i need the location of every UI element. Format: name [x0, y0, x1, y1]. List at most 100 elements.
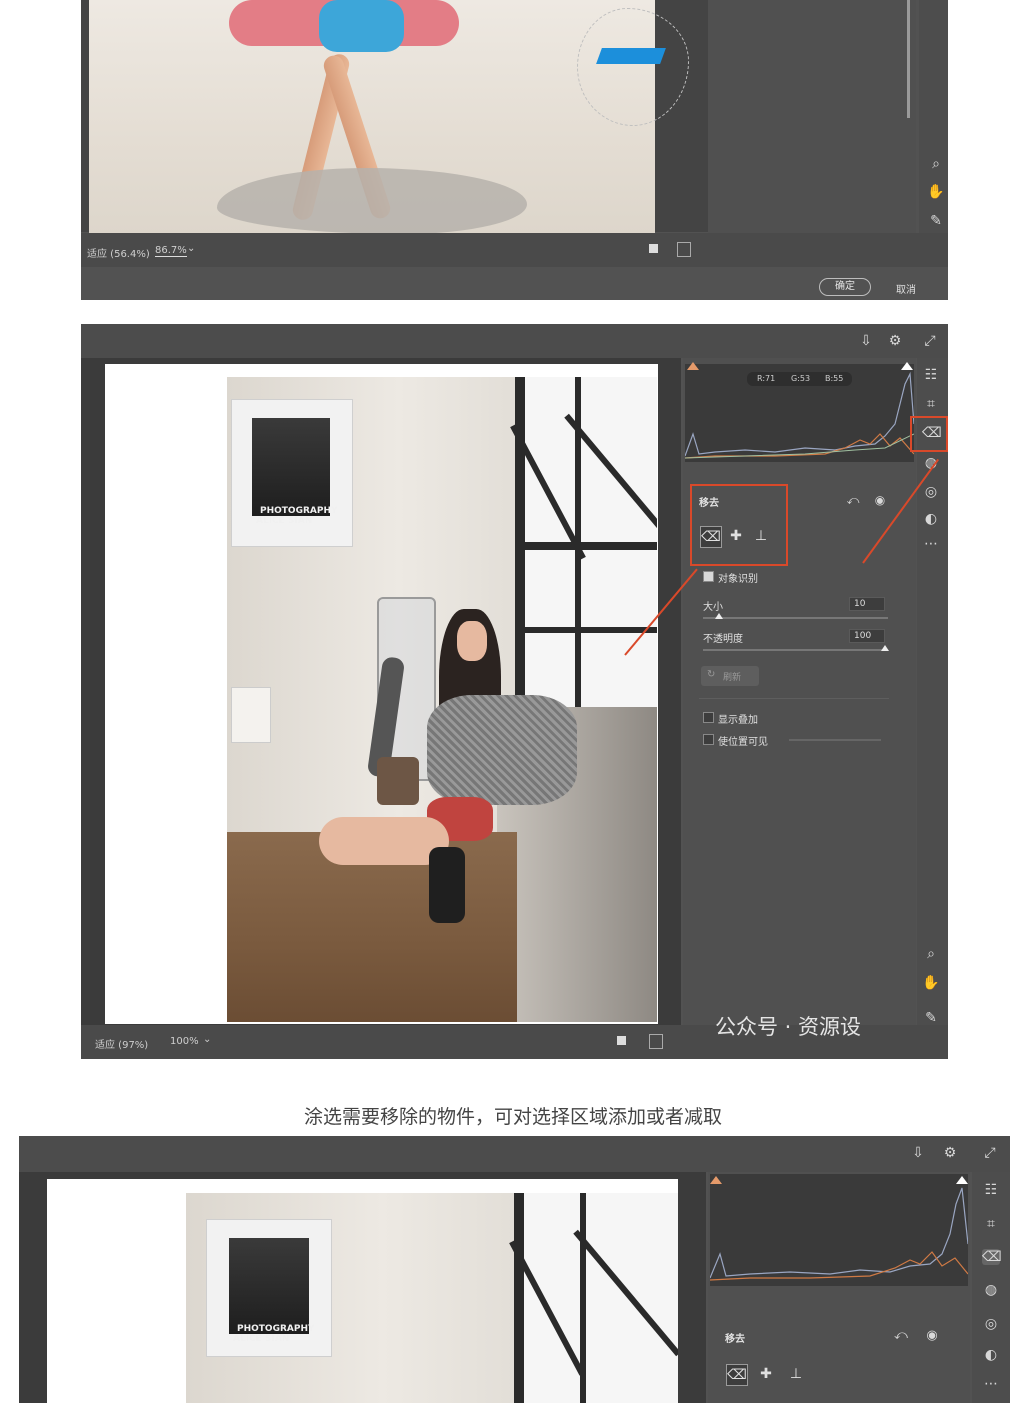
hand-icon[interactable]: ✋	[927, 184, 945, 200]
zoom-icon[interactable]: ⌕	[922, 946, 940, 962]
status-bar: 适应 (56.4%) 86.7% ⌄	[81, 233, 948, 267]
size-slider-thumb[interactable]	[715, 613, 723, 619]
more-icon[interactable]: ⋯	[982, 1376, 1000, 1392]
fit-zoom[interactable]: 适应 (97%)	[95, 1036, 148, 1051]
zoom-value[interactable]: 86.7%	[155, 245, 187, 257]
visualize-spots-label: 使位置可见	[718, 737, 768, 748]
room-photo[interactable]: PHOTOGRAPHY ALICE SIAN	[186, 1193, 678, 1403]
histogram-graph	[709, 1187, 969, 1281]
expand-icon[interactable]: ⤢	[921, 333, 939, 349]
eyedropper-icon[interactable]: ✎	[927, 213, 945, 229]
room-photo[interactable]: PHOTOGRAPHY ALICE SIAN	[227, 377, 657, 1022]
mask-icon[interactable]: ◍	[982, 1282, 1000, 1298]
girl-face	[457, 621, 487, 661]
eraser-icon[interactable]: ⌫	[726, 1364, 748, 1386]
highlight-clip-icon[interactable]	[956, 1176, 968, 1184]
girl-sweater	[427, 695, 577, 805]
poster-title: PHOTOGRAPHY	[237, 1324, 315, 1334]
poster-image	[229, 1238, 309, 1334]
eye-icon[interactable]: ◉	[923, 1328, 941, 1344]
watermark: 公众号 · 资源设	[715, 1015, 862, 1039]
panel-2-editor: ⇩ ⚙ ⤢ PHOTOGRAPHY ALICE SIAN R:71 G:53 B…	[81, 324, 948, 1059]
panel-3-editor: ⇩ ⚙ ⤢ PHOTOGRAPHY ALICE SIAN 移去 ⤺ ◉ ⌫ ✚ …	[19, 1136, 1010, 1403]
section-title-remove: 移去	[725, 1334, 745, 1345]
eye-icon[interactable]: ◉	[871, 492, 889, 508]
panel-1-editor: ⌕ ✋ ✎ ▦ 适应 (56.4%) 86.7% ⌄ 确定 取消	[81, 0, 948, 300]
opacity-slider-thumb[interactable]	[881, 645, 889, 651]
right-panel	[708, 0, 916, 265]
poster-subtitle: ALICE SIAN	[233, 1334, 290, 1344]
background-swatch-icon[interactable]	[617, 1036, 626, 1045]
confirm-button[interactable]: 确定	[819, 278, 871, 296]
redeye-icon[interactable]: ◎	[922, 484, 940, 500]
sliders-icon[interactable]: ☷	[922, 367, 940, 383]
swimsuit	[319, 0, 404, 52]
poster-image	[252, 418, 330, 516]
opacity-slider[interactable]	[703, 649, 888, 651]
zoom-value[interactable]: 100%	[170, 1036, 199, 1047]
shadow	[217, 168, 527, 234]
opacity-label: 不透明度	[703, 634, 743, 645]
fit-zoom[interactable]: 适应 (56.4%)	[87, 245, 150, 260]
gear-icon[interactable]: ⚙	[886, 333, 904, 349]
bandage-icon[interactable]: ✚	[756, 1364, 776, 1384]
redeye-icon[interactable]: ◎	[982, 1316, 1000, 1332]
eraser-icon[interactable]: ⌫	[982, 1249, 1002, 1265]
wall-plate	[231, 687, 271, 743]
expand-icon[interactable]: ⤢	[981, 1145, 999, 1161]
compare-icon[interactable]	[677, 242, 691, 257]
top-bar	[19, 1136, 1010, 1172]
chevron-down-icon[interactable]: ⌄	[203, 1034, 211, 1045]
presets-icon[interactable]: ◐	[982, 1347, 1000, 1363]
highlight-clip-icon[interactable]	[901, 362, 913, 370]
undo-icon[interactable]: ⤺	[844, 492, 862, 508]
refresh-button[interactable]: ↻ 刷新	[701, 666, 759, 686]
export-icon[interactable]: ⇩	[857, 333, 875, 349]
window	[510, 377, 657, 707]
size-slider[interactable]	[703, 617, 888, 619]
sliders-icon[interactable]: ☷	[982, 1182, 1000, 1198]
size-input[interactable]: 10	[849, 597, 885, 611]
opacity-input[interactable]: 100	[849, 629, 885, 643]
compare-icon[interactable]	[649, 1034, 663, 1049]
chevron-down-icon[interactable]: ⌄	[187, 243, 195, 254]
caption: 涂选需要移除的物件，可对选择区域添加或者减取	[303, 1106, 722, 1128]
shadow-clip-icon[interactable]	[710, 1176, 722, 1184]
size-label: 大小	[703, 602, 723, 613]
object-detect-checkbox[interactable]	[703, 571, 714, 582]
bucket	[377, 757, 419, 805]
scrollbar[interactable]	[907, 0, 910, 118]
refresh-icon: ↻	[707, 669, 716, 680]
background-swatch-icon[interactable]	[649, 244, 658, 253]
visualize-slider[interactable]	[789, 739, 881, 741]
b-value: B:55	[825, 374, 844, 383]
blue-object	[596, 48, 666, 64]
zoom-icon[interactable]: ⌕	[927, 156, 945, 172]
top-bar	[81, 324, 948, 358]
undo-icon[interactable]: ⤺	[892, 1328, 910, 1344]
presets-icon[interactable]: ◐	[922, 511, 940, 527]
gear-icon[interactable]: ⚙	[941, 1145, 959, 1161]
beach-photo[interactable]	[89, 0, 689, 234]
histogram[interactable]: R:71 G:53 B:55	[684, 364, 915, 462]
export-icon[interactable]: ⇩	[909, 1145, 927, 1161]
stamp-icon[interactable]: ⊥	[786, 1364, 806, 1384]
visualize-spots-checkbox[interactable]	[703, 734, 714, 745]
poster-title: PHOTOGRAPHY	[260, 506, 338, 516]
show-overlay-checkbox[interactable]	[703, 712, 714, 723]
shadow-clip-icon[interactable]	[687, 362, 699, 370]
eyedropper-icon[interactable]: ✎	[922, 1010, 940, 1026]
hand-icon[interactable]: ✋	[922, 975, 940, 991]
framed-poster: PHOTOGRAPHY ALICE SIAN	[206, 1219, 332, 1357]
cancel-button[interactable]: 取消	[896, 281, 916, 296]
histogram[interactable]	[709, 1174, 969, 1286]
window	[509, 1193, 678, 1403]
crop-icon[interactable]: ⌗	[982, 1216, 1000, 1232]
tool-highlight-box	[690, 484, 788, 566]
eraser-highlight-box	[910, 416, 948, 452]
crop-icon[interactable]: ⌗	[922, 396, 940, 412]
more-icon[interactable]: ⋯	[922, 536, 940, 552]
object-detect-label: 对象识别	[718, 574, 758, 585]
rgb-readout: R:71 G:53 B:55	[747, 372, 852, 386]
framed-poster: PHOTOGRAPHY ALICE SIAN	[231, 399, 353, 547]
